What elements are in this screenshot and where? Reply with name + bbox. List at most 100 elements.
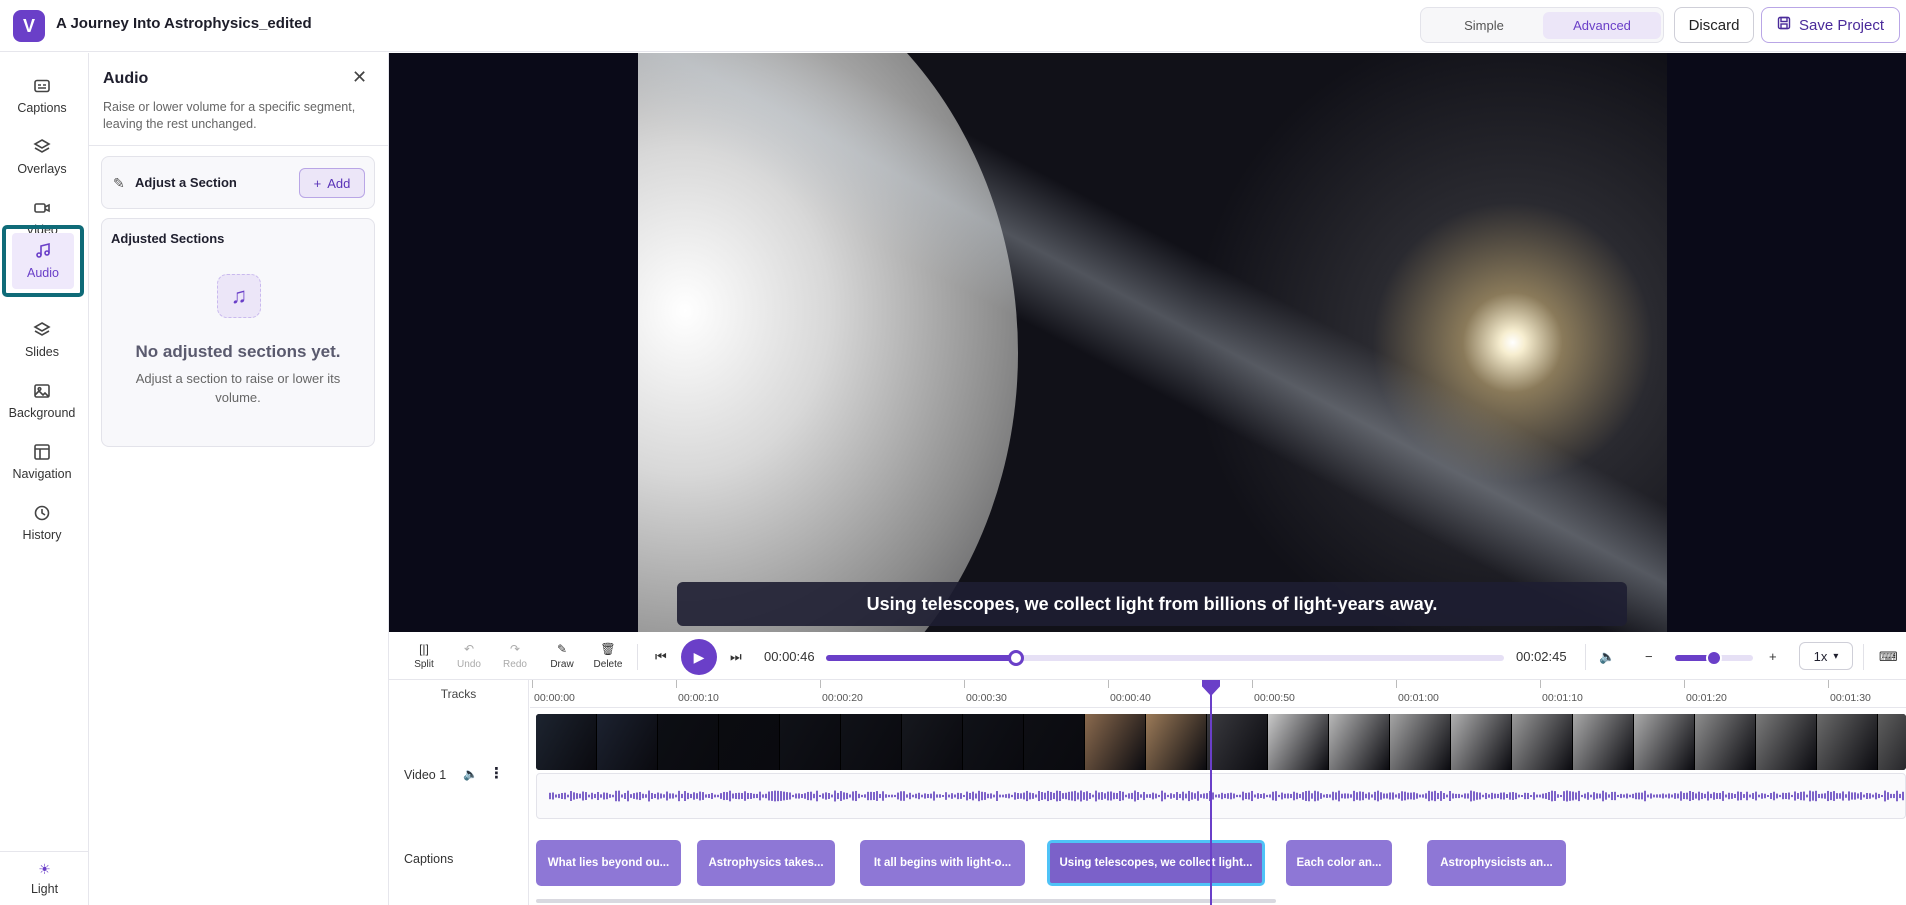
waveform-bar xyxy=(1176,792,1178,800)
mode-advanced-button[interactable]: Advanced xyxy=(1543,12,1661,39)
waveform-bar xyxy=(1368,792,1370,800)
waveform-bar xyxy=(1365,793,1367,799)
close-icon[interactable]: ✕ xyxy=(352,67,367,88)
waveform-bar xyxy=(1485,792,1487,800)
mode-simple-button[interactable]: Simple xyxy=(1425,12,1543,39)
delete-label: Delete xyxy=(593,659,623,670)
skip-back-icon[interactable]: ⏮ xyxy=(655,649,667,665)
waveform-bar xyxy=(1689,790,1691,802)
caption-clip[interactable]: Using telescopes, we collect light... xyxy=(1047,840,1265,886)
waveform-bar xyxy=(1308,790,1310,802)
waveform-bar xyxy=(1731,793,1733,799)
waveform-bar xyxy=(555,794,557,798)
waveform-bar xyxy=(1440,791,1442,801)
sidebar-item-history[interactable]: History xyxy=(0,490,84,556)
plus-icon[interactable]: + xyxy=(1769,649,1777,664)
waveform-bar xyxy=(897,792,899,800)
waveform-bar xyxy=(1893,793,1895,799)
waveform-bar xyxy=(1272,791,1274,801)
waveform-bar xyxy=(1794,791,1796,801)
caption-clip[interactable]: Each color an... xyxy=(1286,840,1392,886)
progress-handle[interactable] xyxy=(1007,650,1024,666)
volume-handle[interactable] xyxy=(1706,650,1722,666)
video-track-strip[interactable] xyxy=(536,714,1906,770)
volume-slider[interactable] xyxy=(1675,650,1753,666)
waveform-bar xyxy=(1887,792,1889,800)
track-volume-icon[interactable]: 🔈 xyxy=(463,767,478,781)
progress-bar[interactable] xyxy=(826,650,1504,666)
waveform-bar xyxy=(888,794,890,798)
video-preview[interactable]: Using telescopes, we collect light from … xyxy=(389,53,1906,632)
discard-button[interactable]: Discard xyxy=(1674,7,1754,43)
waveform-bar xyxy=(1686,792,1688,800)
split-button[interactable]: [|] Split xyxy=(404,642,444,670)
video-thumbnail xyxy=(841,714,902,770)
speed-value: 1x xyxy=(1813,648,1828,664)
waveform-bar xyxy=(852,791,854,801)
waveform-bar xyxy=(1191,792,1193,800)
sidebar-item-slides[interactable]: Slides xyxy=(0,307,84,373)
waveform-bar xyxy=(1125,794,1127,798)
waveform-bar xyxy=(756,793,758,799)
waveform-bar xyxy=(768,791,770,801)
waveform-bar xyxy=(1662,793,1664,799)
waveform-bar xyxy=(1056,790,1058,802)
waveform-bar xyxy=(735,793,737,799)
waveform-bar xyxy=(807,791,809,801)
sidebar-item-label: Navigation xyxy=(12,467,72,481)
audio-waveform[interactable] xyxy=(536,773,1906,819)
skip-forward-icon[interactable]: ⏭ xyxy=(730,649,742,665)
waveform-bar xyxy=(1740,791,1742,801)
app-logo[interactable]: V xyxy=(13,10,45,42)
caption-clip[interactable]: It all begins with light-o... xyxy=(860,840,1025,886)
waveform-bar xyxy=(1803,791,1805,801)
minus-icon[interactable]: − xyxy=(1645,649,1653,664)
waveform-bar xyxy=(855,790,857,802)
volume-icon[interactable]: 🔈 xyxy=(1599,649,1615,665)
waveform-bar xyxy=(1515,792,1517,800)
play-button[interactable]: ▶ xyxy=(681,639,717,675)
timeline-scrollbar[interactable] xyxy=(536,899,1276,903)
waveform-bar xyxy=(1776,793,1778,799)
waveform-bar xyxy=(1008,793,1010,799)
waveform-bar xyxy=(621,794,623,798)
draw-button[interactable]: ✎ Draw xyxy=(542,642,582,670)
waveform-bar xyxy=(1710,793,1712,799)
project-title[interactable]: A Journey Into Astrophysics_edited xyxy=(56,15,312,32)
caption-clip[interactable]: What lies beyond ou... xyxy=(536,840,681,886)
waveform-bar xyxy=(1071,791,1073,801)
waveform-bar xyxy=(1146,794,1148,798)
sidebar-item-overlays[interactable]: Overlays xyxy=(0,124,84,190)
waveform-bar xyxy=(1854,792,1856,800)
theme-toggle[interactable]: ☀ Light xyxy=(0,851,89,905)
waveform-bar xyxy=(762,794,764,798)
waveform-bar xyxy=(675,794,677,798)
waveform-bar xyxy=(1635,792,1637,800)
waveform-bar xyxy=(1554,791,1556,801)
add-section-button[interactable]: + Add xyxy=(299,168,365,198)
waveform-bar xyxy=(1023,792,1025,800)
waveform-bar xyxy=(1230,792,1232,800)
caption-clip[interactable]: Astrophysicists an... xyxy=(1427,840,1566,886)
keyboard-icon[interactable]: ⌨ xyxy=(1879,649,1898,665)
sidebar-item-audio[interactable]: Audio xyxy=(2,225,84,297)
waveform-bar xyxy=(615,790,617,802)
waveform-bar xyxy=(918,792,920,800)
sidebar-item-captions[interactable]: Captions xyxy=(0,63,84,129)
delete-button[interactable]: 🗑 Delete xyxy=(588,642,628,670)
undo-button[interactable]: ↶ Undo xyxy=(449,642,489,670)
track-more-icon[interactable]: ⋮ xyxy=(489,764,504,782)
waveform-bar xyxy=(828,793,830,799)
waveform-bar xyxy=(861,794,863,798)
video-thumbnail xyxy=(1268,714,1329,770)
video-thumbnail xyxy=(1695,714,1756,770)
redo-button[interactable]: ↷ Redo xyxy=(495,642,535,670)
trash-icon: 🗑 xyxy=(600,642,616,656)
save-project-button[interactable]: Save Project xyxy=(1761,7,1900,43)
playback-speed-select[interactable]: 1x ▾ xyxy=(1799,642,1853,670)
waveform-bar xyxy=(1626,793,1628,799)
sidebar-item-navigation[interactable]: Navigation xyxy=(0,429,84,495)
waveform-bar xyxy=(1077,792,1079,800)
sidebar-item-background[interactable]: Background xyxy=(0,368,84,434)
caption-clip[interactable]: Astrophysics takes... xyxy=(697,840,835,886)
